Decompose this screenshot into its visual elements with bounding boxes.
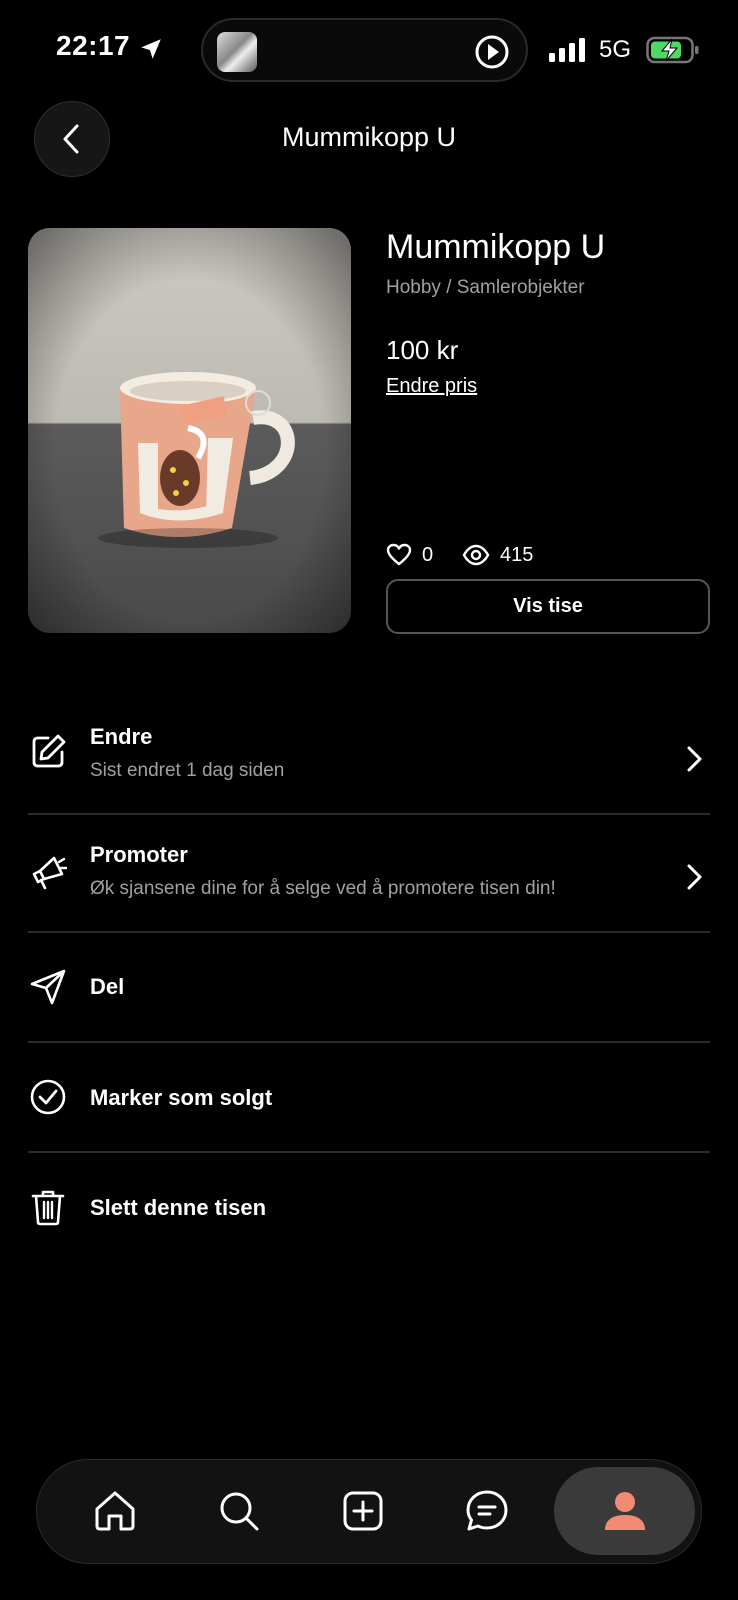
views-stat: 415 [462, 540, 533, 570]
action-share[interactable]: Del [28, 966, 710, 1008]
product-title: Mummikopp U [386, 228, 606, 266]
product-photo[interactable] [28, 228, 351, 633]
network-label: 5G [599, 36, 632, 63]
profile-icon [605, 1492, 645, 1530]
divider [28, 1151, 710, 1153]
dynamic-island[interactable] [201, 18, 528, 82]
likes-stat[interactable]: 0 [386, 540, 433, 570]
status-time: 22:17 [56, 30, 131, 61]
megaphone-icon [32, 856, 68, 890]
divider [28, 931, 710, 933]
likes-count: 0 [422, 543, 434, 566]
edit-icon [32, 734, 66, 768]
heart-icon [386, 543, 412, 566]
page-title: Mummikopp U [281, 122, 457, 152]
send-icon [30, 969, 66, 1005]
action-subtitle: Sist endret 1 dag siden [90, 760, 285, 781]
action-title: Marker som solgt [90, 1085, 273, 1110]
change-price-link[interactable]: Endre pris [386, 375, 477, 398]
check-circle-icon [30, 1079, 66, 1115]
action-title: Del [90, 974, 125, 999]
play-icon[interactable] [472, 32, 512, 72]
action-mark-sold[interactable]: Marker som solgt [28, 1077, 710, 1119]
mug-image [28, 228, 351, 633]
messages-icon [466, 1490, 508, 1531]
action-edit[interactable]: Endre Sist endret 1 dag siden [28, 720, 710, 810]
tab-search[interactable] [189, 1460, 289, 1562]
tab-bar [36, 1459, 702, 1564]
divider [28, 813, 710, 815]
tab-add[interactable] [313, 1460, 413, 1562]
tab-home[interactable] [65, 1460, 165, 1562]
action-promote[interactable]: Promoter Øk sjansene dine for å selge ve… [28, 838, 710, 928]
action-title: Slett denne tisen [90, 1195, 267, 1220]
eye-icon [462, 544, 490, 566]
tab-profile[interactable] [575, 1460, 675, 1562]
action-delete[interactable]: Slett denne tisen [28, 1187, 710, 1229]
now-playing-avatar [217, 32, 257, 72]
product-category: Hobby / Samlerobjekter [386, 277, 585, 298]
home-icon [95, 1491, 135, 1531]
chevron-right-icon [687, 746, 702, 772]
signal-icon [549, 38, 585, 62]
views-count: 415 [500, 543, 534, 566]
add-icon [343, 1491, 383, 1531]
chevron-right-icon [687, 864, 702, 890]
view-listing-button[interactable]: Vis tise [386, 579, 710, 634]
action-subtitle: Øk sjansene dine for å selge ved å promo… [90, 878, 556, 899]
action-title: Endre [90, 724, 153, 749]
location-arrow-icon [141, 39, 161, 59]
product-price: 100 kr [386, 335, 459, 365]
divider [28, 1041, 710, 1043]
battery-charging-icon [646, 36, 699, 64]
action-title: Promoter [90, 842, 188, 867]
search-icon [220, 1492, 259, 1531]
tab-messages[interactable] [437, 1460, 537, 1562]
trash-icon [31, 1190, 65, 1226]
